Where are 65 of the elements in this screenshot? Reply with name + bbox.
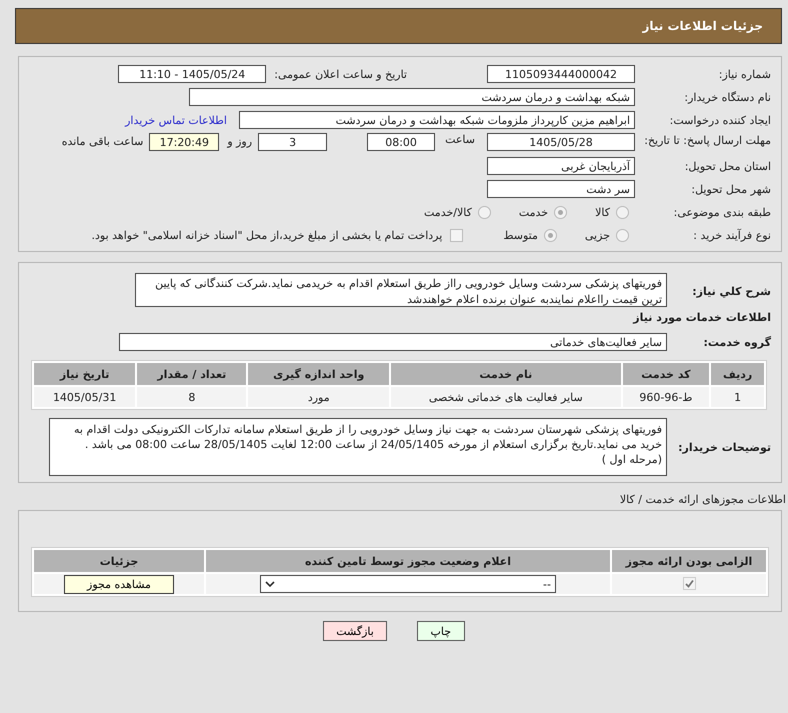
field-label: استان محل تحویل: — [684, 160, 772, 172]
input-field[interactable]: 17:20:49 — [149, 133, 220, 151]
radio-button[interactable] — [478, 206, 491, 218]
option-label: متوسط — [503, 228, 538, 242]
field-label: روز و — [227, 135, 252, 148]
section-heading: اطلاعات مجوزهای ارائه خدمت / کالا — [618, 493, 786, 506]
table-cell: سایر فعالیت های خدماتی شخصی — [391, 387, 621, 407]
checkbox[interactable] — [450, 228, 464, 242]
input-field[interactable]: 1405/05/28 — [487, 133, 635, 151]
field-label: طبقه بندی موضوعی: — [672, 206, 772, 218]
input-field[interactable]: 3 — [258, 133, 328, 151]
input-field[interactable]: سایر فعالیت‌های خدماتی — [119, 333, 667, 351]
input-field[interactable]: شبکه بهداشت و درمان سردشت — [189, 88, 635, 106]
field-label: گروه خدمت: — [702, 336, 772, 348]
text-area[interactable]: فوریتهای پزشکی شهرستان سردشت به جهت نیاز وسایل خودرویی را از طریق استعلام سامانه تدارکات الکترونیکی دولت اقدام به خرید می نماید.تاریخ برگزاری استعلام از مورخه 24/05/1405 از ساعت 12:00 لغایت 28/05/1405 ساعت 08:00 می باشد .(مرحله اول ) — [49, 418, 667, 476]
field-label: تاریخ و ساعت اعلان عمومی: — [274, 68, 407, 80]
column-header: تاریخ نیاز — [34, 363, 136, 385]
column-header: جزئیات — [34, 550, 204, 572]
table-cell: 1405/05/31 — [34, 387, 136, 407]
column-header: ردیف — [711, 363, 764, 385]
column-header: کد خدمت — [622, 363, 710, 385]
radio-button[interactable] — [616, 206, 629, 218]
chevron-icon — [265, 581, 275, 587]
input-field[interactable]: آذربایجان غربی — [487, 157, 635, 175]
field-label: ساعت باقی مانده — [62, 135, 144, 148]
field-label: نام دستگاه خریدار: — [683, 90, 772, 104]
radio-button[interactable] — [544, 228, 557, 242]
option-label: خدمت — [518, 206, 548, 218]
view-permit-button[interactable]: مشاهده مجوز — [64, 574, 174, 594]
input-field[interactable]: 08:00 — [367, 133, 436, 151]
radio-button[interactable] — [554, 206, 568, 218]
section-heading: اطلاعات خدمات مورد نیاز — [632, 311, 772, 324]
table-cell: 8 — [137, 387, 246, 407]
input-field[interactable]: ابراهیم مزین کارپرداز ملزومات شبکه بهداشت و درمان سردشت — [239, 111, 635, 129]
checkbox[interactable] — [682, 577, 696, 590]
field-label: توضیحات خریدار: — [677, 440, 772, 454]
input-field[interactable]: 1105093444000042 — [487, 65, 635, 83]
page-title: جزئیات اطلاعات نیاز — [642, 19, 763, 33]
field-label: شرح کلي نیاز: — [691, 284, 772, 298]
dropdown[interactable]: -- — [260, 575, 556, 593]
column-header: تعداد / مقدار — [137, 363, 246, 385]
field-label: ساعت — [445, 133, 475, 146]
column-header: نام خدمت — [391, 363, 621, 385]
field-label: شماره نیاز: — [718, 68, 772, 80]
input-field[interactable]: 1405/05/24 - 11:10 — [118, 65, 266, 83]
field-label: نوع فرآیند خرید : — [692, 228, 772, 242]
column-header: الزامی بودن ارائه مجوز — [612, 550, 766, 572]
text-area[interactable]: فوریتهای پزشکی سردشت وسایل خودرویی رااز طریق استعلام اقدام به خریدمی نماید.شرکت کنندگانی که پایین ترین قیمت رااعلام نمایندبه عنوان برنده اعلام خواهندشد — [135, 273, 667, 307]
option-label: کالا/خدمت — [424, 206, 472, 218]
field-label: ایجاد کننده درخواست: — [668, 114, 772, 126]
contact-link[interactable]: اطلاعات تماس خریدار — [125, 114, 227, 126]
column-header: واحد اندازه گیری — [248, 363, 390, 385]
table-cell: 1 — [711, 387, 764, 407]
back-button[interactable]: بازگشت — [323, 621, 387, 641]
field-label: مهلت ارسال پاسخ: تا تاریخ: — [643, 133, 772, 148]
table-cell: ط-96-960 — [622, 387, 710, 407]
field-label: شهر محل تحویل: — [690, 182, 772, 196]
option-label: جزیی — [584, 228, 610, 242]
column-header: اعلام وضعیت مجوز توسط تامین کننده — [206, 550, 610, 572]
print-button[interactable]: چاپ — [416, 621, 465, 641]
table-cell: مورد — [248, 387, 390, 407]
option-label: کالا — [595, 206, 610, 218]
checkbox-label: پرداخت تمام یا بخشی از مبلغ خرید،از محل "اسناد خزانه اسلامی" خواهد بود. — [92, 228, 442, 242]
radio-button[interactable] — [616, 228, 629, 242]
input-field[interactable]: سر دشت — [487, 180, 635, 198]
